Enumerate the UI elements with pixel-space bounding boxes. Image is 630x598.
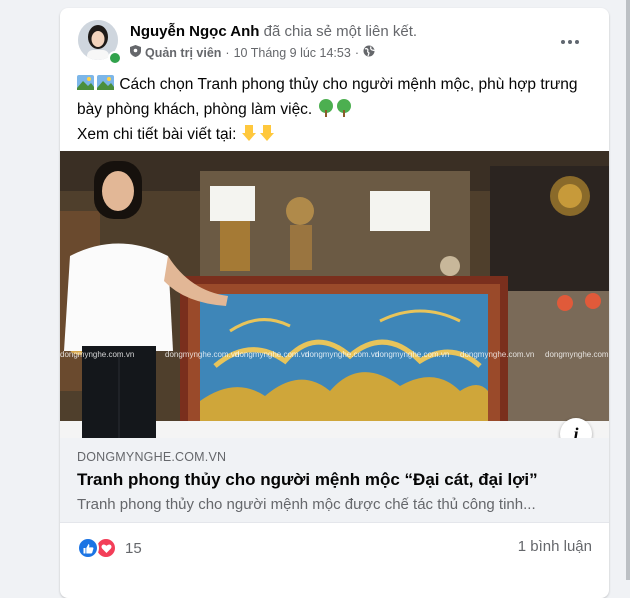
- scrollbar[interactable]: [626, 0, 630, 580]
- watermark-text: dongmynghe.com.vn: [545, 350, 609, 359]
- author-name[interactable]: Nguyễn Ngọc Anh: [130, 23, 259, 40]
- post-text-line2: Xem chi tiết bài viết tại:: [77, 126, 237, 143]
- link-title[interactable]: Tranh phong thủy cho người mệnh mộc “Đại…: [77, 470, 538, 490]
- link-description: Tranh phong thủy cho người mệnh mộc được…: [77, 496, 536, 513]
- watermark-text: dongmynghe.com.vn: [235, 350, 309, 359]
- watermark-text: dongmynghe.com.vn: [165, 350, 239, 359]
- role-badge[interactable]: Quản trị viên: [145, 46, 221, 60]
- watermark-text: dongmynghe.com.vn: [60, 350, 134, 359]
- meta-separator: ·: [354, 45, 359, 60]
- link-preview-image[interactable]: dongmynghe.com.vn dongmynghe.com.vn dong…: [60, 151, 609, 438]
- shield-icon: [130, 45, 141, 60]
- pointing-down-icon: [241, 124, 277, 149]
- watermark-text: dongmynghe.com.vn: [375, 350, 449, 359]
- post-body: Cách chọn Tranh phong thủy cho người mện…: [77, 74, 597, 149]
- post-timestamp[interactable]: 10 Tháng 9 lúc 14:53: [234, 46, 351, 60]
- post-meta: Quản trị viên · 10 Tháng 9 lúc 14:53 ·: [130, 45, 375, 60]
- landscape-icon: [77, 74, 115, 99]
- meta-separator: ·: [225, 45, 230, 60]
- more-icon[interactable]: [552, 28, 588, 56]
- reaction-summary[interactable]: 15: [77, 537, 142, 559]
- link-domain: DONGMYNGHE.COM.VN: [77, 450, 227, 464]
- globe-icon: [363, 45, 375, 60]
- watermark-text: dongmynghe.com.vn: [305, 350, 379, 359]
- like-icon: [77, 537, 99, 559]
- watermark-text: dongmynghe.com.vn: [460, 350, 534, 359]
- link-preview[interactable]: DONGMYNGHE.COM.VN Tranh phong thủy cho n…: [60, 438, 609, 523]
- reaction-count: 15: [125, 539, 142, 557]
- share-action-text: đã chia sẻ một liên kết.: [263, 23, 418, 40]
- comment-count-link[interactable]: 1 bình luận: [518, 538, 592, 555]
- post-card: Nguyễn Ngọc Anh đã chia sẻ một liên kết.…: [60, 8, 609, 598]
- tree-icon: [317, 99, 353, 124]
- post-header: Nguyễn Ngọc Anh đã chia sẻ một liên kết.: [130, 23, 417, 40]
- online-status-dot: [108, 51, 122, 65]
